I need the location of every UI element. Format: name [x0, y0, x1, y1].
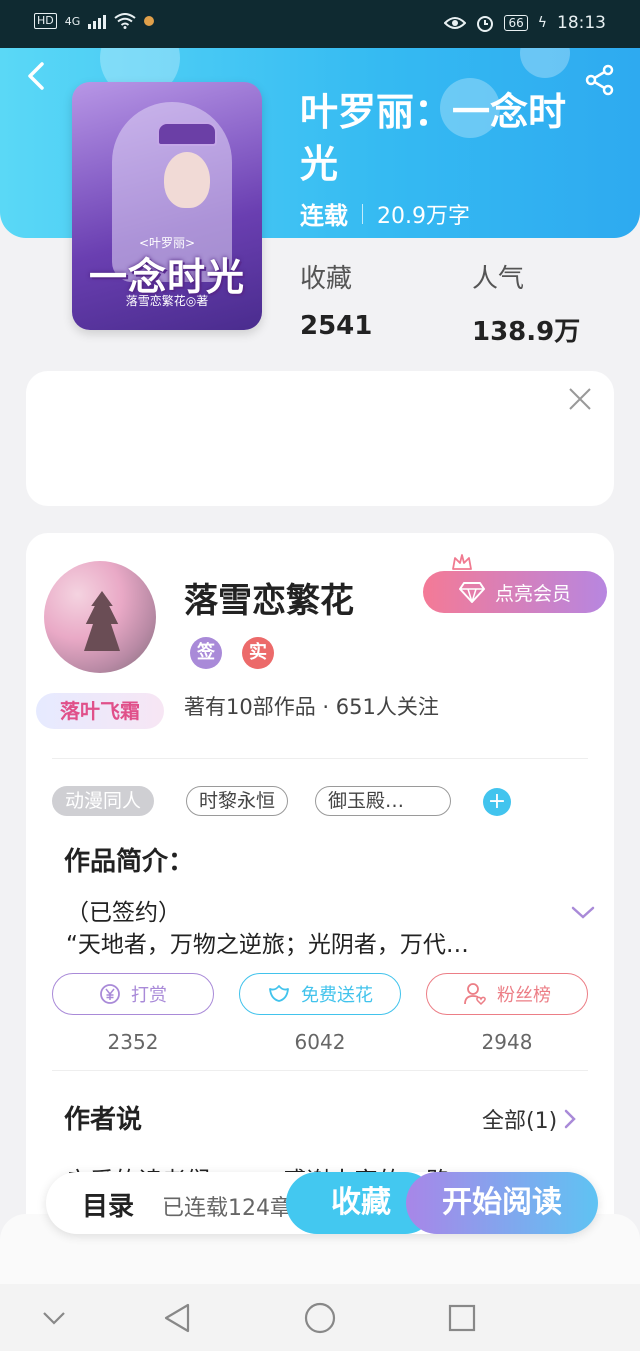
bottom-action-bar: 目录 已连载124章 收藏 开始阅读 [46, 1172, 598, 1234]
chevron-down-icon [571, 906, 595, 919]
avatar-art [84, 591, 120, 651]
intro-line-2: “天地者，万物之逆旅；光阴者，万代… [66, 932, 469, 958]
favorites-value: 2541 [300, 311, 373, 341]
flower-count: 6042 [294, 1030, 346, 1054]
favorites-label: 收藏 [300, 264, 353, 294]
author-says-all-link[interactable]: 全部(1) [482, 1103, 577, 1135]
author-name[interactable]: 落雪恋繁花 [184, 573, 354, 622]
chevron-right-icon [564, 1109, 576, 1129]
clock: 18:13 [557, 13, 606, 33]
book-detail-card: 落叶飞霜 落雪恋繁花 签 实 点亮会员 著有10部作品 · 651人关注 动漫同… [26, 533, 614, 1253]
book-status: 连载 [300, 202, 348, 230]
tag-character[interactable]: 御玉殿… [315, 786, 451, 816]
fan-badge[interactable]: 落叶飞霜 [36, 693, 164, 729]
nav-back-button[interactable] [158, 1298, 198, 1338]
tip-count: 2352 [107, 1030, 159, 1054]
fan-ranking-button[interactable]: 粉丝榜 [426, 973, 588, 1015]
table-of-contents-button[interactable]: 目录 [82, 1186, 134, 1223]
nav-hide-button[interactable] [34, 1298, 74, 1338]
book-title: 叶罗丽：一念时光 [300, 90, 567, 186]
verified-badge: 实 [242, 637, 274, 669]
tag-genre[interactable]: 动漫同人 [52, 786, 155, 816]
book-meta: 连载 20.9万字 [300, 196, 470, 231]
person-heart-icon [464, 983, 486, 1006]
status-left: HD 4G [34, 13, 155, 29]
vip-button[interactable]: 点亮会员 [423, 571, 607, 613]
hd-icon: HD [34, 13, 57, 29]
wifi-icon [114, 13, 136, 29]
cover-art-face [164, 152, 210, 208]
yuan-coin-icon [100, 984, 120, 1004]
nav-recents-button[interactable] [442, 1298, 482, 1338]
status-right: 66 ϟ 18:13 [444, 13, 606, 33]
start-reading-button[interactable]: 开始阅读 [406, 1172, 598, 1234]
crown-icon [452, 554, 472, 570]
meta-divider [362, 203, 363, 224]
fan-count: 2948 [481, 1030, 533, 1054]
tag-pairing[interactable]: 时黎永恒 [186, 786, 289, 816]
tip-button[interactable]: 打赏 [52, 973, 214, 1015]
intro-title: 作品简介： [64, 847, 195, 877]
battery-level: 66 [504, 15, 528, 31]
word-count: 20.9万字 [377, 203, 470, 229]
add-tag-button[interactable]: + [483, 788, 511, 816]
signal-icon [88, 13, 107, 29]
cover-author: 落雪恋繁花◎著 [125, 294, 209, 308]
ad-card [26, 371, 614, 506]
vip-button-label: 点亮会员 [494, 582, 571, 605]
circle-home-icon [304, 1302, 336, 1334]
nav-home-button[interactable] [300, 1298, 340, 1338]
all-link-label: 全部(1) [482, 1109, 558, 1134]
status-bar: HD 4G 66 ϟ 18:13 [0, 0, 640, 48]
divider [52, 758, 588, 759]
intro-line-1: （已签约） [66, 900, 181, 926]
square-recents-icon [448, 1304, 476, 1332]
ad-close-button[interactable] [566, 385, 594, 413]
back-button[interactable] [22, 60, 54, 92]
charging-icon: ϟ [537, 15, 547, 31]
cover-art-crown [157, 122, 217, 146]
author-stats: 著有10部作品 · 651人关注 [184, 695, 439, 719]
popularity-label: 人气 [472, 264, 525, 294]
expand-intro-button[interactable] [570, 903, 596, 923]
signed-badge: 签 [190, 637, 222, 669]
tip-label: 打赏 [131, 985, 167, 1006]
send-flower-button[interactable]: 免费送花 [239, 973, 401, 1015]
alarm-icon [477, 16, 494, 32]
flower-icon [269, 985, 289, 1002]
favorites-stat: 收藏 2541 [300, 258, 372, 341]
popularity-value: 138.9万 [472, 317, 581, 347]
decor-bubble [520, 48, 570, 78]
back-arrow-icon [28, 62, 44, 90]
popularity-stat: 人气 138.9万 [472, 258, 580, 348]
serial-chapter-count[interactable]: 已连载124章 [162, 1190, 292, 1222]
chevron-down-icon [43, 1312, 65, 1325]
close-icon [569, 388, 591, 410]
book-cover[interactable]: <叶罗丽> 一念时光 落雪恋繁花◎著 [72, 82, 262, 330]
diamond-icon [458, 582, 485, 603]
network-type: 4G [64, 14, 81, 28]
divider [52, 1070, 588, 1071]
notification-dot-icon [144, 16, 155, 26]
eye-icon [444, 17, 467, 29]
author-says-title: 作者说 [64, 1105, 143, 1135]
author-avatar[interactable] [44, 561, 156, 673]
fan-ranking-label: 粉丝榜 [497, 985, 551, 1006]
triangle-back-icon [164, 1303, 190, 1333]
send-flower-label: 免费送花 [301, 985, 373, 1006]
system-navigation-bar [0, 1284, 640, 1351]
